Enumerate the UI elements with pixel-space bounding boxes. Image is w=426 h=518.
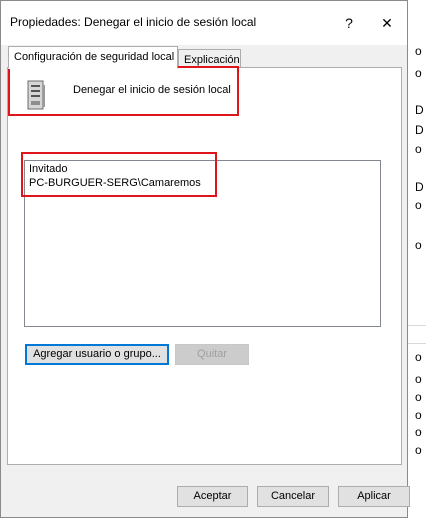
background-divider [407, 325, 426, 326]
background-text-fragment: o [415, 350, 422, 364]
background-text-fragment: o [415, 142, 422, 156]
background-text-fragment: D [415, 103, 424, 117]
ok-button[interactable]: Aceptar [177, 486, 248, 507]
list-item[interactable]: PC-BURGUER-SERG\Camaremos [29, 177, 201, 189]
properties-dialog: Propiedades: Denegar el inicio de sesión… [0, 0, 410, 518]
background-text-fragment: o [415, 44, 422, 58]
apply-button[interactable]: Aplicar [338, 486, 410, 507]
background-text-fragment: o [415, 238, 422, 252]
add-user-or-group-button[interactable]: Agregar usuario o grupo... [25, 344, 169, 365]
members-listbox[interactable]: Invitado PC-BURGUER-SERG\Camaremos [24, 160, 381, 327]
list-item[interactable]: Invitado [29, 163, 68, 175]
background-text-fragment: D [415, 123, 424, 137]
close-button[interactable]: ✕ [372, 11, 402, 35]
policy-name: Denegar el inicio de sesión local [73, 84, 231, 96]
server-policy-icon [27, 80, 45, 110]
background-text-fragment: o [415, 198, 422, 212]
background-text-fragment: D [415, 180, 424, 194]
title-bar[interactable]: Propiedades: Denegar el inicio de sesión… [1, 1, 407, 45]
tab-local-security-setting[interactable]: Configuración de seguridad local [8, 46, 178, 69]
dialog-title: Propiedades: Denegar el inicio de sesión… [10, 15, 257, 29]
background-text-fragment: o [415, 443, 422, 457]
background-text-fragment: o [415, 425, 422, 439]
tab-explain[interactable]: Explicación [178, 49, 241, 69]
cancel-button[interactable]: Cancelar [257, 486, 329, 507]
background-window: o o D D o D o o o o o o o o [406, 0, 426, 518]
background-divider [407, 343, 426, 344]
remove-button[interactable]: Quitar [175, 344, 249, 365]
background-text-fragment: o [415, 408, 422, 422]
background-text-fragment: o [415, 372, 422, 386]
background-text-fragment: o [415, 66, 422, 80]
help-button[interactable]: ? [334, 11, 364, 35]
background-text-fragment: o [415, 390, 422, 404]
